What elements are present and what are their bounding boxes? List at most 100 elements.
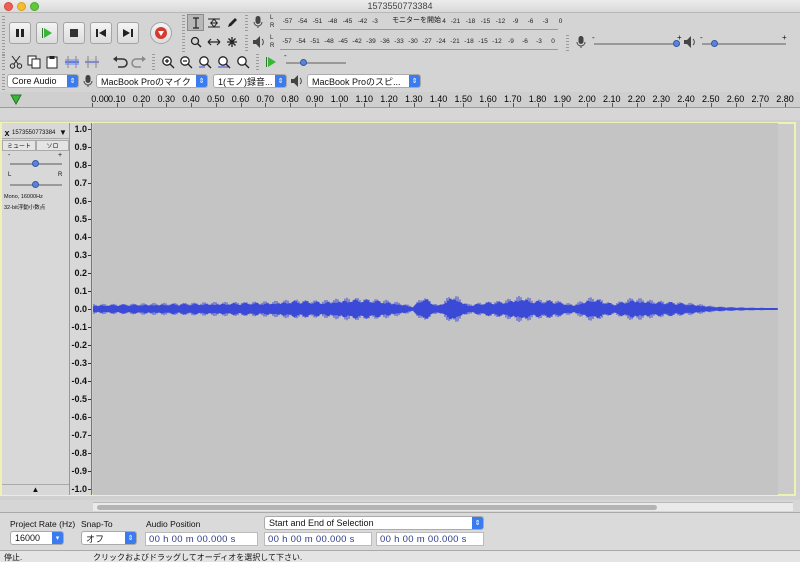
recording-volume-slider[interactable] [594, 43, 680, 45]
recording-channels-select[interactable]: 1(モノ)録音... ⇕ [213, 74, 287, 88]
timeline-tick [240, 103, 242, 107]
zoom-out-button[interactable] [177, 53, 194, 70]
copy-button[interactable] [25, 53, 42, 70]
record-button[interactable] [150, 22, 172, 44]
snap-to-select[interactable]: オフ ⇕ [81, 531, 137, 545]
play-at-speed-button[interactable] [262, 53, 279, 70]
track-close-button[interactable]: x [2, 128, 12, 138]
gain-knob[interactable] [32, 160, 39, 167]
multi-tool[interactable] [223, 33, 240, 50]
toolbar-grip[interactable] [2, 16, 5, 56]
record-meter-scale[interactable]: -57 -54 -51 -48 -45 -42 -3 [280, 15, 380, 25]
recording-volume-min: - [592, 33, 595, 42]
zoom-toggle-button[interactable] [234, 53, 251, 70]
silence-button[interactable] [83, 53, 100, 70]
vertical-ruler[interactable]: 1.0 0.9 0.8 0.7 0.6 0.5 0.4 0.3 0.2 0.1 0.0 -0.1 -0.… [70, 123, 92, 495]
pan-knob[interactable] [32, 181, 39, 188]
scissors-icon [9, 55, 22, 69]
audio-position-field[interactable]: 00 h 00 m 00.000 s [145, 532, 258, 546]
selection-tool[interactable] [187, 14, 204, 31]
recording-device-value: MacBook Proのマイク [101, 76, 191, 87]
vertical-ruler-label: -0.9 [71, 466, 87, 476]
cut-button[interactable] [7, 53, 24, 70]
collapse-track-button[interactable]: ▲ [2, 484, 69, 495]
selection-start-field[interactable]: 00 h 00 m 00.000 s [264, 532, 372, 546]
vertical-ruler-tick [88, 345, 91, 346]
zoom-in-button[interactable] [159, 53, 176, 70]
skip-to-end-button[interactable] [117, 22, 139, 44]
vertical-ruler-label: 0.0 [74, 304, 87, 314]
meter-tick: -15 [478, 38, 488, 45]
timeline-tick-label: 0.00 [91, 94, 109, 104]
vertical-ruler-label: 0.4 [74, 232, 87, 242]
window-title: 1573550773384 [367, 1, 433, 11]
meter-tick: -18 [464, 38, 474, 45]
zoom-tool[interactable] [187, 33, 204, 50]
vertical-ruler-tick [88, 291, 91, 292]
time-shift-tool[interactable] [205, 33, 222, 50]
selection-mode-select[interactable]: Start and End of Selection ⇕ [264, 516, 484, 530]
record-meter-scale-right[interactable]: 4 -21 -18 -15 -12 -9 -6 -3 0 [440, 15, 568, 25]
recording-volume-knob[interactable] [673, 40, 680, 47]
chevron-updown-icon: ⇕ [125, 532, 136, 544]
toolbar-grip[interactable] [256, 54, 259, 70]
meter-tick: -21 [450, 38, 460, 45]
play-button[interactable] [36, 22, 58, 44]
timeline-ruler[interactable]: 0.00 0.10 0.20 0.30 0.40 0.50 0.60 0.70 0.80 0.90… [0, 92, 800, 108]
record-meter-button[interactable] [252, 15, 264, 32]
toolbar-grip[interactable] [245, 15, 248, 33]
stop-button[interactable] [63, 22, 85, 44]
meter-tick: -9 [512, 18, 519, 25]
play-speed-slider[interactable] [286, 62, 346, 64]
meter-tick: -24 [436, 38, 446, 45]
redo-button[interactable] [130, 53, 147, 70]
solo-button[interactable]: ソロ [36, 140, 69, 151]
play-meter-button[interactable] [252, 35, 266, 52]
record-monitor-start[interactable]: モニターを開始 [392, 15, 441, 25]
undo-button[interactable] [111, 53, 128, 70]
meter-tick: -54 [297, 18, 308, 25]
horizontal-scrollbar-thumb[interactable] [97, 505, 657, 510]
timeline-tick [314, 103, 316, 107]
waveform-area[interactable] [93, 123, 778, 495]
audio-host-select[interactable]: Core Audio ⇕ [7, 74, 79, 88]
gain-plus-label: + [58, 152, 63, 159]
speaker-icon [291, 75, 302, 87]
horizontal-scrollbar[interactable] [93, 502, 793, 511]
vertical-ruler-tick [88, 489, 91, 490]
recording-device-select[interactable]: MacBook Proのマイク ⇕ [96, 74, 208, 88]
trim-button[interactable] [63, 53, 80, 70]
selection-end-field[interactable]: 00 h 00 m 00.000 s [376, 532, 484, 546]
toolbar-grip[interactable] [2, 54, 5, 70]
playback-volume-knob[interactable] [711, 40, 718, 47]
play-meter-scale[interactable]: -57 -54 -51 -48 -45 -42 -39 -36 -33 -30 -27 -24 -21-… [280, 35, 560, 45]
track-menu-icon[interactable]: ▼ [59, 128, 69, 137]
toolbar-grip[interactable] [566, 35, 569, 51]
paste-button[interactable] [43, 53, 60, 70]
envelope-tool[interactable] [205, 14, 222, 31]
double-arrow-icon [207, 38, 220, 45]
pan-left-label: L [8, 172, 12, 178]
draw-tool[interactable] [223, 14, 240, 31]
toolbar-grip[interactable] [2, 74, 5, 90]
track-header: x 1573550773384 ▼ [2, 127, 69, 139]
vertical-ruler-tick [88, 129, 91, 130]
chevron-updown-icon: ⇕ [196, 75, 207, 87]
fit-selection-button[interactable] [196, 53, 213, 70]
mute-button[interactable]: ミュート [2, 140, 36, 151]
toolbar-grip[interactable] [245, 35, 248, 53]
pause-button[interactable] [9, 22, 31, 44]
toolbar-grip[interactable] [152, 54, 155, 70]
playback-device-select[interactable]: MacBook Proのスピ... ⇕ [307, 74, 421, 88]
skip-end-icon [123, 29, 133, 37]
fit-project-button[interactable] [215, 53, 232, 70]
play-speed-knob[interactable] [300, 59, 307, 66]
snap-to-label: Snap-To [81, 519, 113, 529]
skip-to-start-button[interactable] [90, 22, 112, 44]
toolbar-grip[interactable] [182, 15, 185, 53]
project-rate-select[interactable]: 16000 ▾ [10, 531, 64, 545]
track-control-panel[interactable]: x 1573550773384 ▼ ミュート ソロ - + L R Mono, … [2, 123, 70, 495]
status-hint: クリックおよびドラッグしてオーディオを選択して下さい. [93, 553, 303, 562]
track-name[interactable]: 1573550773384 [12, 130, 59, 136]
timeline-options-button[interactable] [10, 94, 22, 108]
